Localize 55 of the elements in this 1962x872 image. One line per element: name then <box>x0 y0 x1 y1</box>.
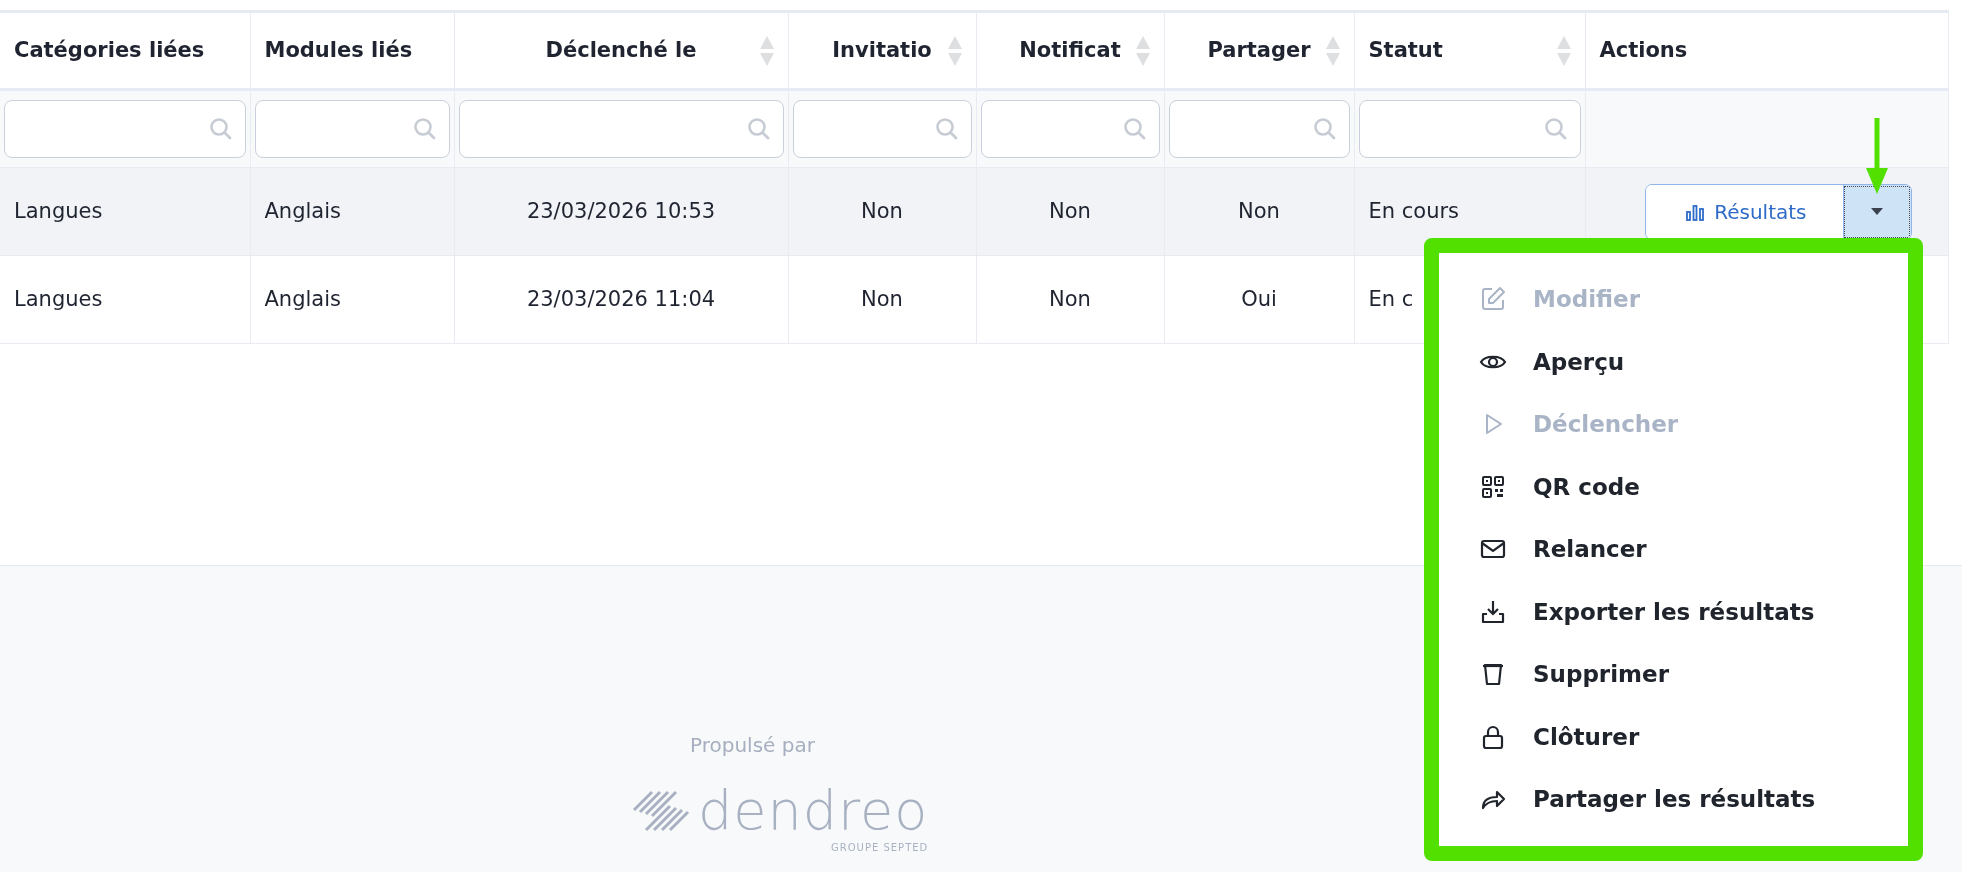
column-header: Statut <box>1368 36 1443 64</box>
table-cell: 23/03/2026 11:04 <box>526 286 716 311</box>
search-icon <box>1122 117 1147 141</box>
table-cell: Non <box>1238 198 1280 223</box>
dropdown-toggle[interactable] <box>1842 184 1911 239</box>
table-cell: Anglais <box>264 286 341 311</box>
sort-icon[interactable] <box>759 35 774 66</box>
menu-item[interactable]: Relancer <box>1439 518 1908 581</box>
filter-field[interactable] <box>792 100 972 158</box>
column-header: Catégories liées <box>14 36 205 64</box>
table-cell: Langues <box>14 286 103 311</box>
filter-field[interactable] <box>4 100 246 158</box>
menu-item[interactable]: Clôturer <box>1439 705 1908 768</box>
filter-field[interactable] <box>458 100 784 158</box>
table-cell: Non <box>1049 286 1091 311</box>
table-cell: Non <box>861 198 903 223</box>
search-icon <box>412 117 437 141</box>
column-header: Déclenché le <box>545 36 697 64</box>
table-cell: Langues <box>14 198 103 223</box>
logo-tagline: GROUPE SEPTED <box>831 841 929 855</box>
table-cell: En cours <box>1368 198 1460 223</box>
column-header: Partager <box>1207 36 1311 64</box>
search-icon <box>934 117 959 141</box>
search-icon <box>1312 117 1337 141</box>
search-icon <box>746 117 771 141</box>
menu-item[interactable]: Aperçu <box>1439 330 1908 393</box>
filter-field[interactable] <box>1168 100 1350 158</box>
menu-item[interactable]: Partager les résultats <box>1439 768 1908 831</box>
table-cell: Non <box>1049 198 1091 223</box>
caret-icon <box>1871 208 1883 215</box>
logo-icon <box>632 790 690 832</box>
menu-item[interactable]: Supprimer <box>1439 643 1908 706</box>
sort-icon[interactable] <box>1325 35 1340 66</box>
logo-text: dendreo <box>698 784 929 838</box>
sort-icon[interactable] <box>1135 35 1150 66</box>
bar-chart-icon <box>1686 202 1705 221</box>
sort-icon[interactable] <box>1556 35 1571 66</box>
column-header: Invitatio <box>832 36 932 64</box>
search-icon <box>1543 117 1568 141</box>
table-cell: En c <box>1368 286 1414 311</box>
column-header: Actions <box>1599 36 1688 64</box>
table-cell: Non <box>861 286 903 311</box>
menu-item[interactable]: Exporter les résultats <box>1439 580 1908 643</box>
table-cell: 23/03/2026 10:53 <box>526 198 716 223</box>
filter-field[interactable] <box>1358 100 1581 158</box>
menu-item[interactable]: QR code <box>1439 455 1908 518</box>
column-header: Notificat <box>1019 36 1121 64</box>
powered-by-text: Propulsé par <box>690 732 815 759</box>
filter-field[interactable] <box>254 100 450 158</box>
table-cell: Oui <box>1241 286 1277 311</box>
filter-field[interactable] <box>980 100 1160 158</box>
table-cell: Anglais <box>264 198 341 223</box>
sort-icon[interactable] <box>947 35 962 66</box>
column-header: Modules liés <box>264 36 413 64</box>
search-icon <box>208 117 233 141</box>
